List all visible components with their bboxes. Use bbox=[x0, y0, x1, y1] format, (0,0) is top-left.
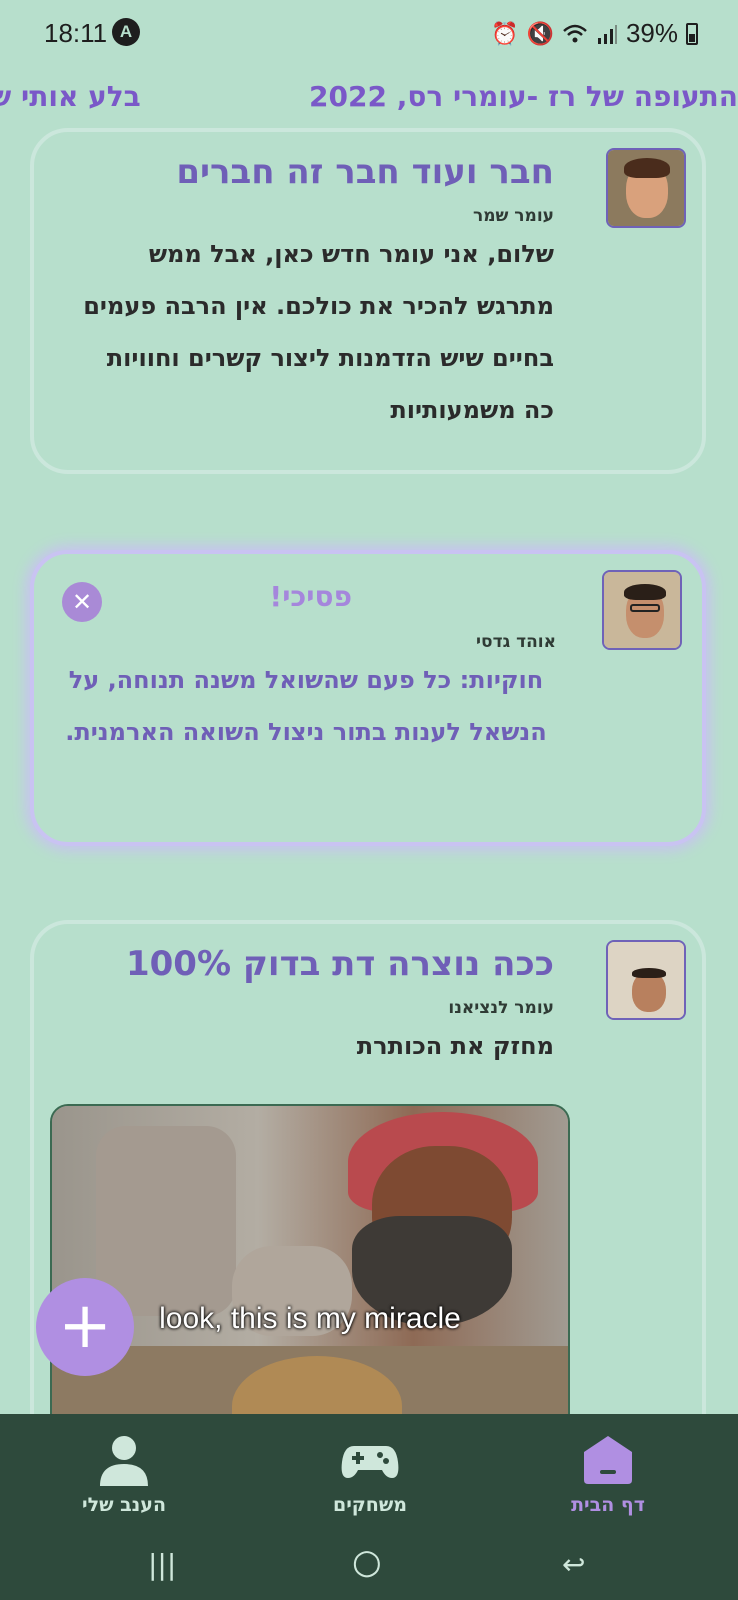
post-author[interactable]: עומר לנציאנו bbox=[448, 998, 554, 1018]
alarm-icon: ⏰ bbox=[491, 20, 519, 46]
post-author[interactable]: אוהד גדסי bbox=[476, 632, 556, 652]
person-icon bbox=[94, 1434, 154, 1486]
post-card[interactable]: ✕ פסיכי! אוהד גדסי חוקיות: כל פעם שהשואל… bbox=[30, 550, 706, 846]
wifi-icon bbox=[563, 24, 587, 42]
status-bar: 18:11 A ⏰ 🔇 39% bbox=[0, 0, 738, 66]
battery-icon bbox=[686, 22, 698, 45]
status-icons: ⏰ 🔇 39% bbox=[491, 18, 698, 49]
notification-badge-icon: A bbox=[112, 18, 140, 46]
bottom-navigation: דף הבית משחקים הענב שלי ||| ○ ↩ bbox=[0, 1414, 738, 1600]
post-title: חבר ועוד חבר זה חברים bbox=[176, 152, 554, 192]
nav-label: הענב שלי bbox=[81, 1494, 166, 1516]
mute-icon: 🔇 bbox=[526, 20, 554, 46]
close-icon[interactable]: ✕ bbox=[62, 582, 102, 622]
gamepad-icon bbox=[340, 1434, 400, 1486]
post-card[interactable]: ככה נוצרה דת בדוק 100% עומר לנציאנו מחזק… bbox=[30, 920, 706, 1444]
signal-icon bbox=[597, 24, 617, 44]
status-time: 18:11 bbox=[44, 18, 108, 48]
avatar[interactable] bbox=[606, 148, 686, 228]
post-image[interactable]: look, this is my miracle bbox=[50, 1104, 570, 1444]
news-ticker[interactable]: התעופה של רז -עומרי רס, 2022 בלע אותי ש bbox=[0, 78, 738, 118]
nav-label: משחקים bbox=[332, 1494, 408, 1516]
post-body: מחזק את הכותרת bbox=[356, 1032, 554, 1060]
post-title: ככה נוצרה דת בדוק 100% bbox=[125, 944, 554, 984]
post-card[interactable]: חבר ועוד חבר זה חברים עומר שמר שלום, אני… bbox=[30, 128, 706, 474]
nav-my-grape[interactable]: הענב שלי bbox=[44, 1434, 204, 1516]
back-button[interactable]: ↩ bbox=[562, 1548, 585, 1581]
post-body: חוקיות: כל פעם שהשואל משנה תנוחה, על הנש… bbox=[65, 666, 547, 746]
ticker-item[interactable]: בלע אותי ש bbox=[0, 80, 141, 113]
post-author[interactable]: עומר שמר bbox=[473, 206, 554, 226]
nav-home[interactable]: דף הבית bbox=[528, 1434, 688, 1516]
post-body: שלום, אני עומר חדש כאן, אבל ממש מתרגש לה… bbox=[83, 240, 554, 424]
system-navigation: ||| ○ ↩ bbox=[0, 1542, 738, 1600]
avatar[interactable] bbox=[606, 940, 686, 1020]
avatar[interactable] bbox=[602, 570, 682, 650]
ticker-item[interactable]: התעופה של רז -עומרי רס, 2022 bbox=[309, 80, 738, 113]
home-icon bbox=[578, 1434, 638, 1486]
nav-games[interactable]: משחקים bbox=[290, 1434, 450, 1516]
nav-label: דף הבית bbox=[571, 1494, 645, 1516]
post-title: פסיכי! bbox=[269, 580, 352, 613]
recents-button[interactable]: ||| bbox=[148, 1548, 176, 1581]
battery-percent: 39% bbox=[625, 18, 678, 48]
add-post-button[interactable]: + bbox=[36, 1278, 134, 1376]
home-button[interactable]: ○ bbox=[352, 1542, 382, 1582]
